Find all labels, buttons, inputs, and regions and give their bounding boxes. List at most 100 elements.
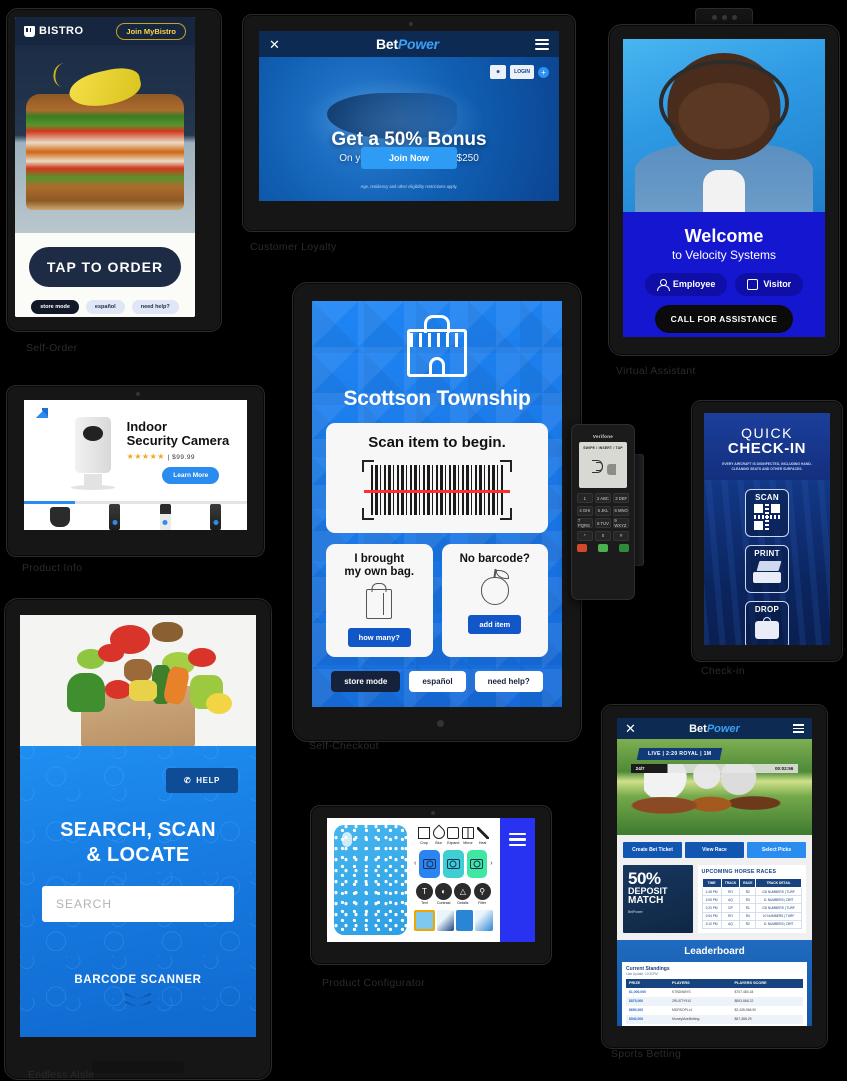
person-icon[interactable]: ☻	[490, 65, 507, 79]
need-help-button[interactable]: need help?	[474, 671, 543, 693]
drop-tile[interactable]: DROP	[745, 601, 789, 645]
thumbnail-item[interactable]	[49, 507, 70, 528]
join-mybistro-button[interactable]: Join MyBistro	[116, 22, 186, 40]
key[interactable]: *	[576, 530, 593, 541]
terminal-function-keys[interactable]	[576, 543, 630, 552]
need-help-chip[interactable]: need help?	[131, 300, 179, 314]
key[interactable]: 5 JKL	[595, 505, 611, 516]
kiosk-check-in[interactable]: QUICK CHECK-IN EVERY AIRCRAFT IS DISINFE…	[691, 400, 843, 662]
hamburger-icon[interactable]	[508, 830, 526, 849]
no-barcode-option[interactable]: No barcode? add item	[441, 544, 548, 658]
tap-to-order-button[interactable]: TAP TO ORDER	[29, 247, 181, 287]
swatch[interactable]	[475, 910, 493, 931]
product-thumbnail-strip[interactable]	[24, 504, 247, 530]
scan-card[interactable]: Scan item to begin.	[326, 423, 548, 533]
camera-preset-teal[interactable]	[442, 849, 464, 878]
crop-tool[interactable]: Crop	[417, 827, 430, 845]
kiosk-product-configurator[interactable]: Crop Blur Expand Mirror Heal ‹ › T Text …	[310, 805, 552, 965]
phone-case-preview[interactable]	[334, 825, 407, 935]
key[interactable]: 0	[595, 530, 611, 541]
kiosk-self-checkout[interactable]: Scottson Township Scan item to begin. I …	[292, 282, 582, 742]
pattern-swatches[interactable]	[413, 910, 493, 931]
view-race-button[interactable]: View Race	[685, 842, 744, 858]
call-for-assistance-button[interactable]: CALL FOR ASSISTANCE	[655, 304, 793, 333]
espanol-button[interactable]: español	[409, 671, 466, 693]
hamburger-icon[interactable]	[534, 36, 549, 52]
camera-preset-carousel[interactable]: ‹ ›	[414, 849, 493, 878]
store-mode-chip[interactable]: store mode	[31, 300, 79, 314]
close-icon[interactable]: ✕	[625, 722, 636, 735]
endless-aisle-screen[interactable]: ✆ HELP SEARCH, SCAN & LOCATE SEARCH BARC…	[20, 615, 256, 1037]
enter-key[interactable]	[619, 543, 630, 552]
espanol-chip[interactable]: español	[85, 300, 125, 314]
hamburger-icon[interactable]	[793, 722, 804, 735]
print-tile[interactable]: PRINT	[745, 545, 789, 594]
kiosk-sports-betting[interactable]: ✕ BetPower LIVE | 2:20 ROYAL | 1M 24/7 0…	[601, 704, 828, 1049]
key[interactable]: 9 WXYZ	[613, 518, 630, 528]
key[interactable]: 8 TUV	[595, 518, 611, 528]
kiosk-customer-loyalty[interactable]: ✕ BetPower ☻ LOGIN + Get a 50% Bonus On …	[242, 14, 576, 232]
heal-tool[interactable]: Heal	[476, 827, 489, 845]
barcode-scanner-label[interactable]: BARCODE SCANNER	[20, 974, 256, 986]
loyalty-screen[interactable]: ✕ BetPower ☻ LOGIN + Get a 50% Bonus On …	[259, 31, 559, 201]
swatch[interactable]	[437, 910, 455, 931]
add-icon[interactable]: +	[538, 66, 549, 78]
swatch[interactable]	[456, 910, 474, 931]
key[interactable]: 2 ABC	[595, 493, 611, 503]
expand-tool[interactable]: Expand	[447, 827, 459, 845]
key[interactable]: #	[613, 530, 630, 541]
employee-button[interactable]: Employee	[644, 272, 728, 296]
virtual-assistant-screen[interactable]: Welcome to Velocity Systems Employee Vis…	[623, 39, 825, 337]
search-input[interactable]: SEARCH	[42, 885, 234, 922]
learn-more-button[interactable]: Learn More	[162, 466, 220, 484]
kiosk-virtual-assistant[interactable]: Welcome to Velocity Systems Employee Vis…	[608, 8, 840, 356]
terminal-screen[interactable]: SWIPE / INSERT / TAP	[578, 442, 628, 488]
key[interactable]: 1	[576, 493, 593, 503]
text-tool[interactable]: T Text	[415, 882, 433, 905]
kiosk-self-order[interactable]: BISTRO Join MyBistro TAP TO ORDER store …	[6, 8, 222, 332]
camera-preset-blue[interactable]	[419, 849, 440, 878]
key[interactable]: 7 PQRS	[576, 518, 593, 528]
join-now-button[interactable]: Join Now	[361, 147, 457, 169]
kiosk-product-info[interactable]: Indoor Security Camera ★★★★★ | $99.99 Le…	[6, 385, 265, 557]
key[interactable]: 6 MNO	[613, 505, 630, 516]
configurator-sidebar[interactable]	[499, 818, 535, 942]
filter-tool[interactable]: ⚲ Filter	[473, 882, 491, 905]
payment-terminal[interactable]: Verifone SWIPE / INSERT / TAP 1 2 ABC 3 …	[571, 424, 644, 600]
thumbnail-item[interactable]	[210, 504, 222, 530]
store-mode-button[interactable]: store mode	[331, 671, 401, 693]
add-item-button[interactable]: add item	[468, 615, 522, 635]
chevron-right-icon[interactable]: ›	[490, 860, 492, 867]
deposit-match-promo[interactable]: 50% DEPOSIT MATCH BetPower	[623, 865, 693, 933]
visitor-button[interactable]: Visitor	[735, 272, 804, 296]
thumbnail-item[interactable]	[109, 504, 121, 530]
key[interactable]: 3 DEF	[613, 493, 630, 503]
select-picks-button[interactable]: Select Picks	[747, 842, 806, 858]
details-tool[interactable]: △ Details	[454, 882, 472, 905]
key[interactable]: 4 GHI	[576, 505, 593, 516]
self-checkout-screen[interactable]: Scottson Township Scan item to begin. I …	[312, 301, 562, 707]
account-controls[interactable]: ☻ LOGIN +	[490, 65, 549, 79]
contrast-tool[interactable]: ◐ Contrast	[435, 882, 453, 905]
check-in-screen[interactable]: QUICK CHECK-IN EVERY AIRCRAFT IS DISINFE…	[704, 413, 830, 645]
thumbnail-item[interactable]	[159, 504, 171, 530]
blur-tool[interactable]: Blur	[430, 824, 448, 845]
how-many-button[interactable]: how many?	[347, 628, 411, 648]
terminal-keypad[interactable]: 1 2 ABC 3 DEF 4 GHI 5 JKL 6 MNO 7 PQRS 8…	[576, 493, 630, 541]
chevron-down-icon[interactable]	[125, 992, 151, 1011]
own-bag-option[interactable]: I brought my own bag. how many?	[326, 544, 433, 658]
product-configurator-screen[interactable]: Crop Blur Expand Mirror Heal ‹ › T Text …	[327, 818, 535, 942]
close-icon[interactable]: ✕	[269, 38, 280, 51]
login-button[interactable]: LOGIN	[510, 65, 534, 79]
kiosk-endless-aisle[interactable]: ✆ HELP SEARCH, SCAN & LOCATE SEARCH BARC…	[4, 598, 272, 1080]
self-order-screen[interactable]: BISTRO Join MyBistro TAP TO ORDER store …	[15, 17, 195, 317]
product-info-screen[interactable]: Indoor Security Camera ★★★★★ | $99.99 Le…	[24, 400, 247, 530]
scan-tile[interactable]: SCAN	[745, 489, 789, 538]
create-bet-ticket-button[interactable]: Create Bet Ticket	[623, 842, 682, 858]
camera-preset-green[interactable]	[466, 849, 488, 878]
chevron-left-icon[interactable]: ‹	[414, 860, 416, 867]
clear-key[interactable]	[597, 543, 608, 552]
cancel-key[interactable]	[576, 543, 587, 552]
swatch-selected[interactable]	[413, 910, 436, 931]
sports-betting-screen[interactable]: ✕ BetPower LIVE | 2:20 ROYAL | 1M 24/7 0…	[617, 718, 812, 1026]
